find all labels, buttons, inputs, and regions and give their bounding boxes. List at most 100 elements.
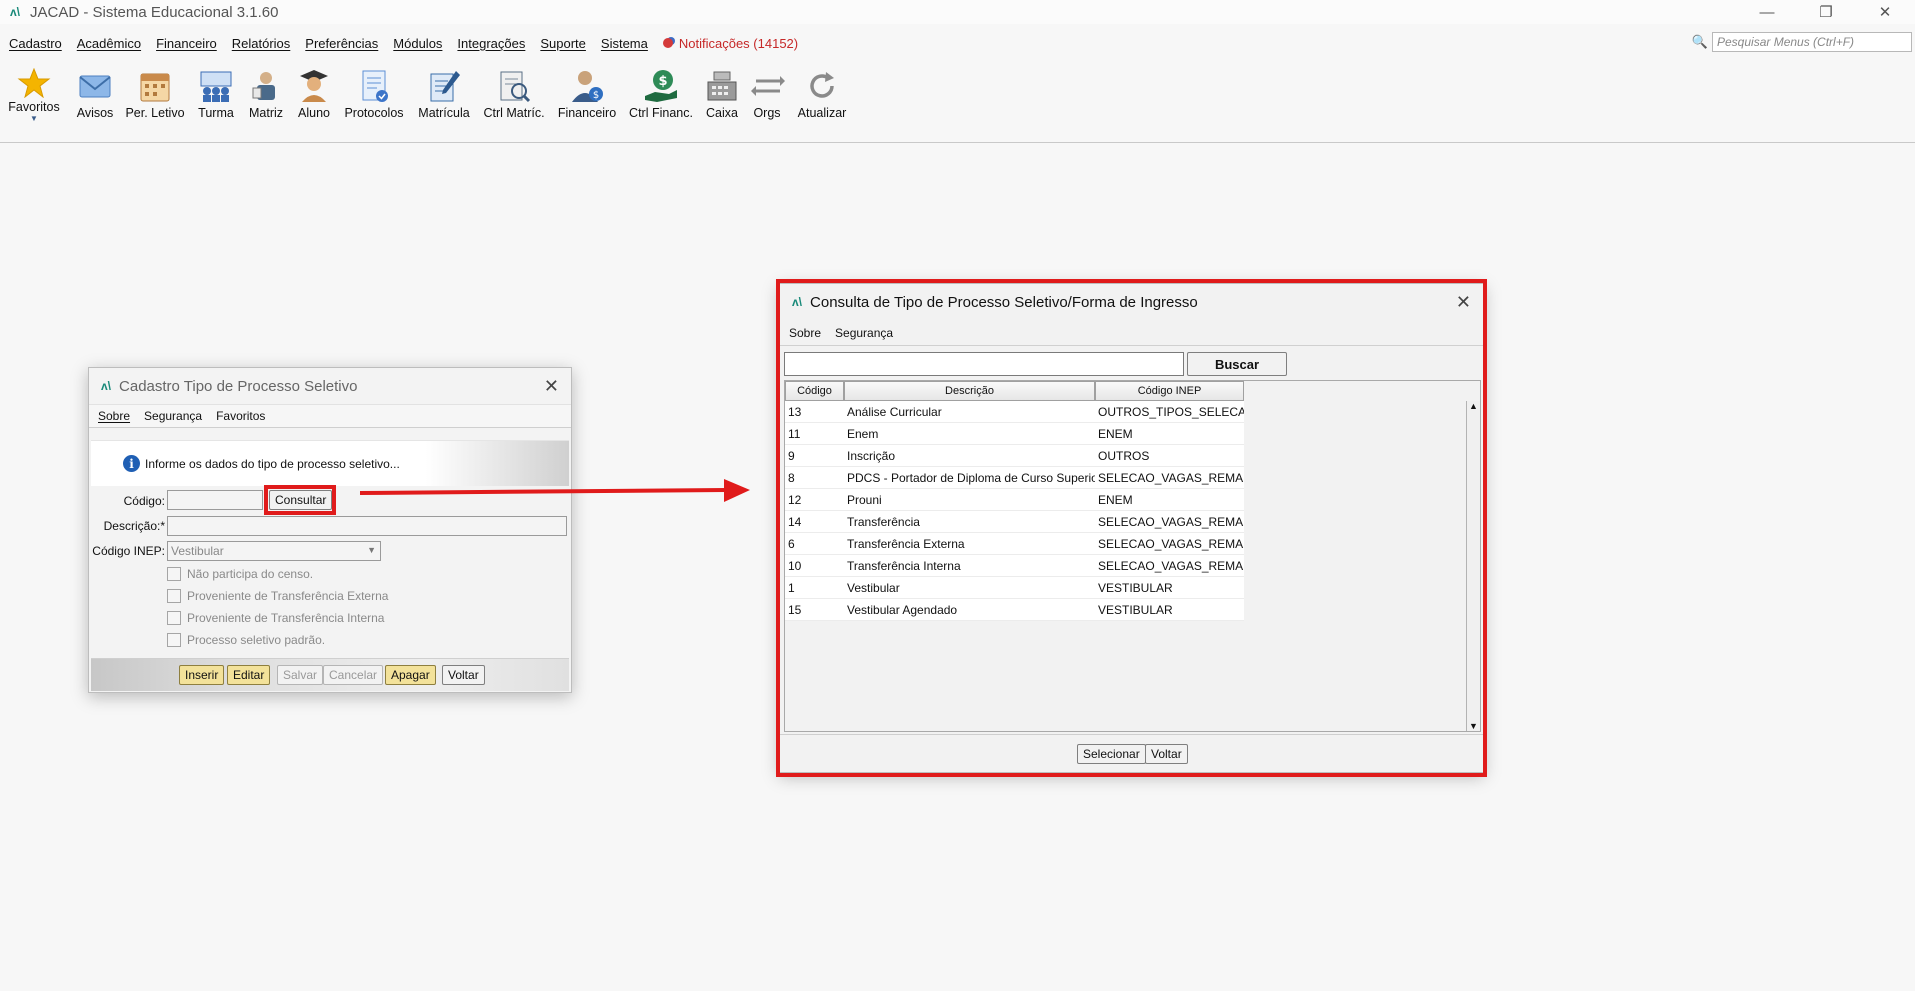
checkbox-transf-externa[interactable]: Proveniente de Transferência Externa <box>167 589 388 603</box>
window-titlebar: ʌ\ JACAD - Sistema Educacional 3.1.60 — … <box>0 0 1915 24</box>
student-icon <box>296 68 332 104</box>
toolbar-label: Orgs <box>753 106 781 120</box>
minimize-button[interactable]: — <box>1744 0 1790 24</box>
toolbar-label: Matrícula <box>418 106 470 120</box>
search-icon: 🔍 <box>1691 34 1708 49</box>
checkbox-label: Proveniente de Transferência Externa <box>187 589 389 603</box>
notifications-label: Notificações (14152) <box>678 35 799 51</box>
cash-register-icon <box>704 68 740 104</box>
menu-academico[interactable]: Acadêmico <box>77 36 141 51</box>
checkbox-processo-padrao[interactable]: Processo seletivo padrão. <box>167 633 325 647</box>
checkbox-label: Não participa do censo. <box>187 567 314 581</box>
menu-modulos[interactable]: Módulos <box>393 36 442 51</box>
toolbar-turma[interactable]: Turma <box>194 62 238 120</box>
window-title: JACAD - Sistema Educacional 3.1.60 <box>30 3 279 21</box>
toolbar-per-letivo[interactable]: Per. Letivo <box>124 62 186 120</box>
codigo-label: Código: <box>123 494 165 508</box>
search-menus-input[interactable]: Pesquisar Menus (Ctrl+F) <box>1712 32 1912 52</box>
chevron-down-icon: ▼ <box>30 114 38 123</box>
menu-favoritos[interactable]: Favoritos <box>216 409 265 423</box>
toolbar-label: Caixa <box>706 106 738 120</box>
notifications-menu[interactable]: Notificações (14152) <box>662 35 799 51</box>
cadastro-menubar: Sobre Segurança Favoritos <box>89 404 571 428</box>
info-icon: i <box>123 455 140 472</box>
star-icon <box>17 67 51 99</box>
checkbox-box <box>167 589 181 603</box>
voltar-button[interactable]: Voltar <box>442 665 485 685</box>
inserir-button[interactable]: Inserir <box>179 665 225 685</box>
descricao-label: Descrição:* <box>103 519 165 533</box>
editar-button[interactable]: Editar <box>227 665 271 685</box>
menu-sistema[interactable]: Sistema <box>601 36 648 51</box>
refresh-icon <box>804 68 840 104</box>
inep-select-value: Vestibular <box>171 544 224 558</box>
main-toolbar: Favoritos ▼ Avisos Per. Letivo Turma Mat… <box>0 62 1915 142</box>
menu-sobre[interactable]: Sobre <box>98 409 130 423</box>
close-window-button[interactable]: ✕ <box>1862 0 1908 24</box>
menu-suporte[interactable]: Suporte <box>540 36 586 51</box>
toolbar-avisos[interactable]: Avisos <box>72 62 118 120</box>
notification-icon <box>662 38 673 48</box>
salvar-button[interactable]: Salvar <box>277 665 324 685</box>
matrix-icon <box>248 68 284 104</box>
highlight-consultar <box>264 485 336 515</box>
toolbar-matriz[interactable]: Matriz <box>245 62 287 120</box>
class-group-icon <box>198 68 234 104</box>
toolbar-label: Per. Letivo <box>125 106 185 120</box>
red-arrow-annotation <box>360 479 750 502</box>
main-menubar: Cadastro Acadêmico Financeiro Relatórios… <box>0 32 1915 54</box>
enrollment-search-icon <box>496 68 532 104</box>
toolbar-protocolos[interactable]: Protocolos <box>343 62 405 120</box>
jacad-logo-icon: ʌ\ <box>101 379 112 393</box>
restore-button[interactable]: ❐ <box>1803 0 1849 24</box>
toolbar-aluno[interactable]: Aluno <box>294 62 334 120</box>
cadastro-title: Cadastro Tipo de Processo Seletivo <box>119 377 358 395</box>
cancelar-button[interactable]: Cancelar <box>323 665 384 685</box>
highlight-consulta-dialog <box>776 279 1487 777</box>
toolbar-financeiro[interactable]: $ Financeiro <box>557 62 617 120</box>
menu-financeiro[interactable]: Financeiro <box>156 36 217 51</box>
checkbox-label: Processo seletivo padrão. <box>187 633 326 647</box>
chevron-down-icon: ▼ <box>367 545 376 555</box>
apagar-button[interactable]: Apagar <box>385 665 436 685</box>
toolbar-ctrl-financ[interactable]: $ Ctrl Financ. <box>628 62 694 120</box>
toolbar-label: Atualizar <box>797 106 847 120</box>
menu-integracoes[interactable]: Integrações <box>457 36 525 51</box>
svg-text:$: $ <box>658 74 667 89</box>
toolbar-label: Protocolos <box>344 106 404 120</box>
toolbar-favoritos[interactable]: Favoritos ▼ <box>6 62 62 123</box>
toolbar-label: Turma <box>198 106 234 120</box>
menu-preferencias[interactable]: Preferências <box>305 36 378 51</box>
svg-text:$: $ <box>593 90 599 101</box>
enrollment-pen-icon <box>426 68 462 104</box>
toolbar-label: Financeiro <box>557 106 617 120</box>
descricao-field[interactable] <box>167 516 567 536</box>
toolbar-label: Ctrl Financ. <box>629 106 693 120</box>
swap-arrows-icon <box>750 68 786 104</box>
toolbar-label: Matriz <box>248 106 284 120</box>
menu-cadastro[interactable]: Cadastro <box>9 36 62 51</box>
toolbar-ctrl-matric[interactable]: Ctrl Matríc. <box>482 62 546 120</box>
checkbox-transf-interna[interactable]: Proveniente de Transferência Interna <box>167 611 384 625</box>
checkbox-label: Proveniente de Transferência Interna <box>187 611 385 625</box>
toolbar-label: Ctrl Matríc. <box>483 106 545 120</box>
cadastro-dialog: ʌ\ Cadastro Tipo de Processo Seletivo ✕ … <box>88 367 572 693</box>
toolbar-atualizar[interactable]: Atualizar <box>795 62 849 120</box>
close-icon[interactable]: ✕ <box>544 376 559 397</box>
menu-seguranca[interactable]: Segurança <box>144 409 202 423</box>
envelope-icon <box>77 68 113 104</box>
inep-select[interactable]: Vestibular ▼ <box>167 541 381 561</box>
toolbar-label: Avisos <box>76 106 114 120</box>
checkbox-box <box>167 567 181 581</box>
toolbar-label: Aluno <box>298 106 330 120</box>
protocol-doc-icon <box>356 68 392 104</box>
codigo-field[interactable] <box>167 490 263 510</box>
calendar-icon <box>137 68 173 104</box>
menu-relatorios[interactable]: Relatórios <box>232 36 291 51</box>
toolbar-caixa[interactable]: Caixa <box>703 62 741 120</box>
checkbox-nao-participa-censo[interactable]: Não participa do censo. <box>167 567 313 581</box>
toolbar-orgs[interactable]: Orgs <box>750 62 786 120</box>
finance-person-icon: $ <box>569 68 605 104</box>
toolbar-matricula[interactable]: Matrícula <box>416 62 472 120</box>
checkbox-box <box>167 611 181 625</box>
